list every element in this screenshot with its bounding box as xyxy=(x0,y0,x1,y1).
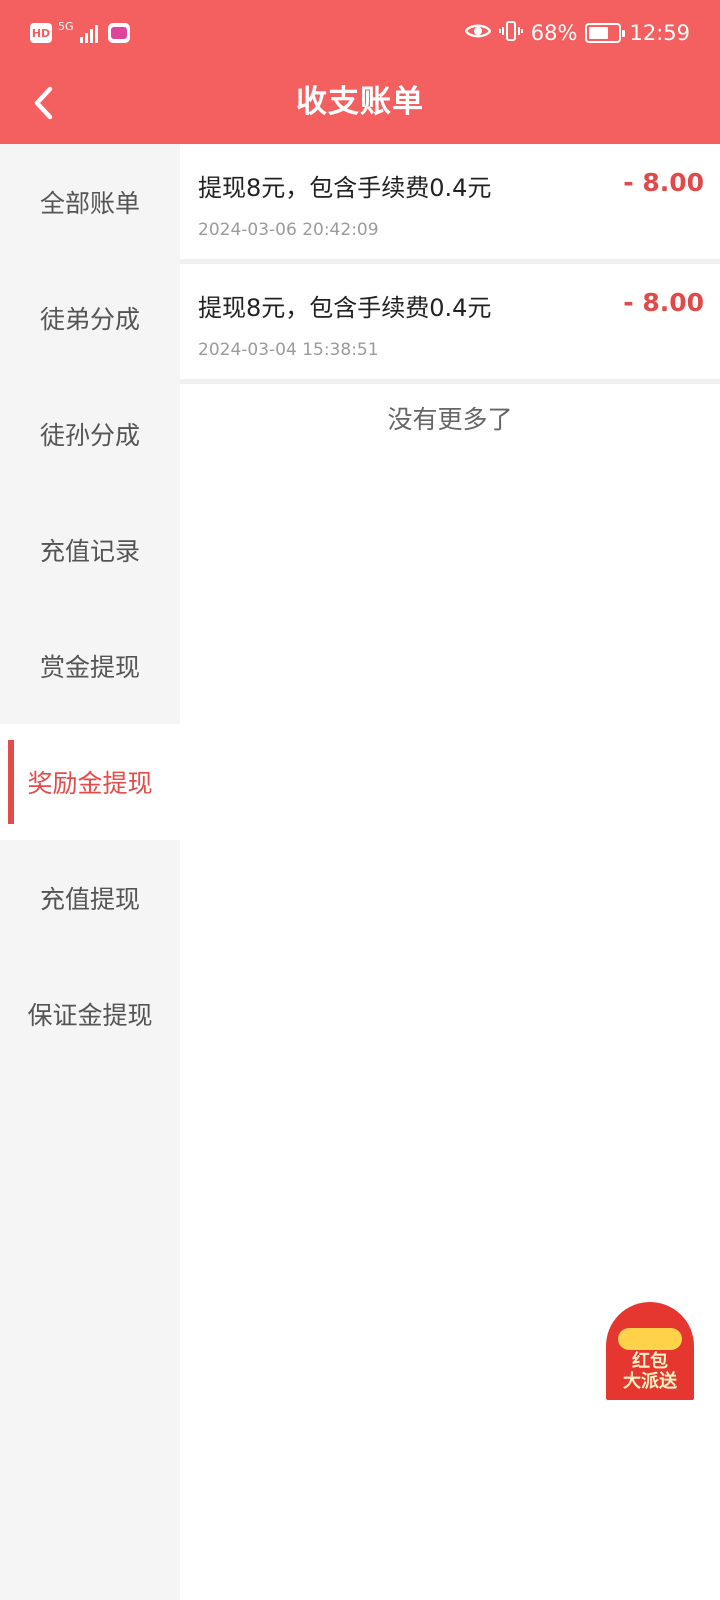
bill-description: 提现8元，包含手续费0.4元 xyxy=(198,294,492,322)
red-packet-text: 红包 大派送 xyxy=(606,1352,694,1392)
sidebar-item-label: 全部账单 xyxy=(39,189,140,218)
sidebar-item-label: 充值提现 xyxy=(39,885,140,914)
bill-timestamp: 2024-03-04 15:38:51 xyxy=(198,340,379,360)
sidebar-item-grand-disciple-share[interactable]: 徒孙分成 xyxy=(0,376,180,492)
eye-icon xyxy=(464,21,492,46)
hd-badge: HD xyxy=(30,23,52,43)
network-type-label: 5G xyxy=(58,20,74,33)
sidebar-item-bounty-withdrawal[interactable]: 赏金提现 xyxy=(0,608,180,724)
battery-percent: 68% xyxy=(530,21,578,45)
status-bar-left: HD 5G xyxy=(30,20,130,46)
sidebar-item-all-bills[interactable]: 全部账单 xyxy=(0,144,180,260)
category-sidebar: 全部账单 徒弟分成 徒孙分成 充值记录 赏金提现 奖励金提现 充值提现 保证金提… xyxy=(0,144,180,1600)
sidebar-item-deposit-withdrawal[interactable]: 保证金提现 xyxy=(0,956,180,1072)
list-item[interactable]: 提现8元，包含手续费0.4元 - 8.00 2024-03-04 15:38:5… xyxy=(180,264,720,384)
sidebar-item-label: 奖励金提现 xyxy=(27,769,153,798)
sidebar-item-label: 徒孙分成 xyxy=(39,421,140,450)
red-packet-promo-button[interactable]: 红包 大派送 xyxy=(606,1302,694,1400)
bill-amount: - 8.00 xyxy=(623,288,704,317)
page-title: 收支账单 xyxy=(296,84,424,120)
battery-fill xyxy=(589,27,609,39)
bill-timestamp: 2024-03-06 20:42:09 xyxy=(198,220,379,240)
battery-icon xyxy=(585,23,626,43)
status-bar: HD 5G 68% 12:59 xyxy=(0,0,720,66)
bill-description: 提现8元，包含手续费0.4元 xyxy=(198,174,492,202)
navigation-bar: 收支账单 xyxy=(0,66,720,144)
sidebar-item-disciple-share[interactable]: 徒弟分成 xyxy=(0,260,180,376)
list-end-indicator: 没有更多了 xyxy=(387,405,513,434)
red-packet-line1: 红包 xyxy=(632,1351,668,1372)
signal-strength-icon xyxy=(79,23,98,43)
sidebar-item-recharge-records[interactable]: 充值记录 xyxy=(0,492,180,608)
sidebar-item-recharge-withdrawal[interactable]: 充值提现 xyxy=(0,840,180,956)
list-item[interactable]: 提现8元，包含手续费0.4元 - 8.00 2024-03-06 20:42:0… xyxy=(180,144,720,264)
red-packet-line2: 大派送 xyxy=(623,1371,677,1392)
sidebar-item-label: 充值记录 xyxy=(39,537,140,566)
sidebar-item-reward-withdrawal[interactable]: 奖励金提现 xyxy=(0,724,180,840)
sidebar-item-label: 徒弟分成 xyxy=(39,305,140,334)
bill-amount: - 8.00 xyxy=(623,168,704,197)
sidebar-item-label: 赏金提现 xyxy=(39,653,140,682)
sidebar-item-label: 保证金提现 xyxy=(27,1001,153,1030)
app-header: HD 5G 68% 12:59 收支账单 xyxy=(0,0,720,144)
vibrate-icon xyxy=(498,19,523,48)
app-notification-icon xyxy=(107,23,130,43)
clock: 12:59 xyxy=(629,21,690,45)
status-bar-right: 68% 12:59 xyxy=(464,18,690,48)
gold-coins-icon xyxy=(618,1328,682,1350)
